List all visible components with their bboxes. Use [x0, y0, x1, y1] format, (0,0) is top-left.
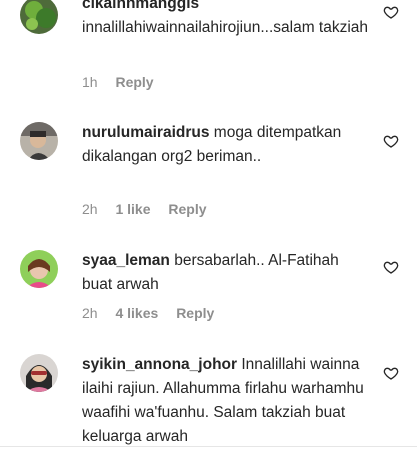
divider: [0, 446, 417, 447]
heart-outline-icon[interactable]: [383, 4, 399, 20]
heart-outline-icon[interactable]: [383, 259, 399, 275]
comment-time[interactable]: 1h: [82, 74, 98, 90]
reply-button[interactable]: Reply: [176, 305, 214, 321]
reply-button[interactable]: Reply: [115, 74, 153, 90]
comment-text: innalillahiwainnailahirojiun...salam tak…: [82, 19, 369, 36]
reply-button[interactable]: Reply: [168, 201, 206, 217]
like-count[interactable]: 1 like: [115, 201, 150, 217]
avatar[interactable]: [20, 0, 58, 34]
avatar[interactable]: [20, 250, 58, 288]
heart-outline-icon[interactable]: [383, 365, 399, 381]
comment-username[interactable]: nurulumairaidrus: [82, 124, 209, 141]
like-count[interactable]: 4 likes: [115, 305, 158, 321]
comment-username[interactable]: syaa_leman: [82, 252, 170, 269]
avatar[interactable]: [20, 122, 58, 160]
heart-outline-icon[interactable]: [383, 133, 399, 149]
avatar[interactable]: [20, 354, 58, 392]
comment-username[interactable]: syikin_annona_johor: [82, 356, 237, 373]
comment-time[interactable]: 2h: [82, 305, 98, 321]
comment-username[interactable]: cikainnmanggis: [82, 0, 199, 12]
comment-time[interactable]: 2h: [82, 201, 98, 217]
